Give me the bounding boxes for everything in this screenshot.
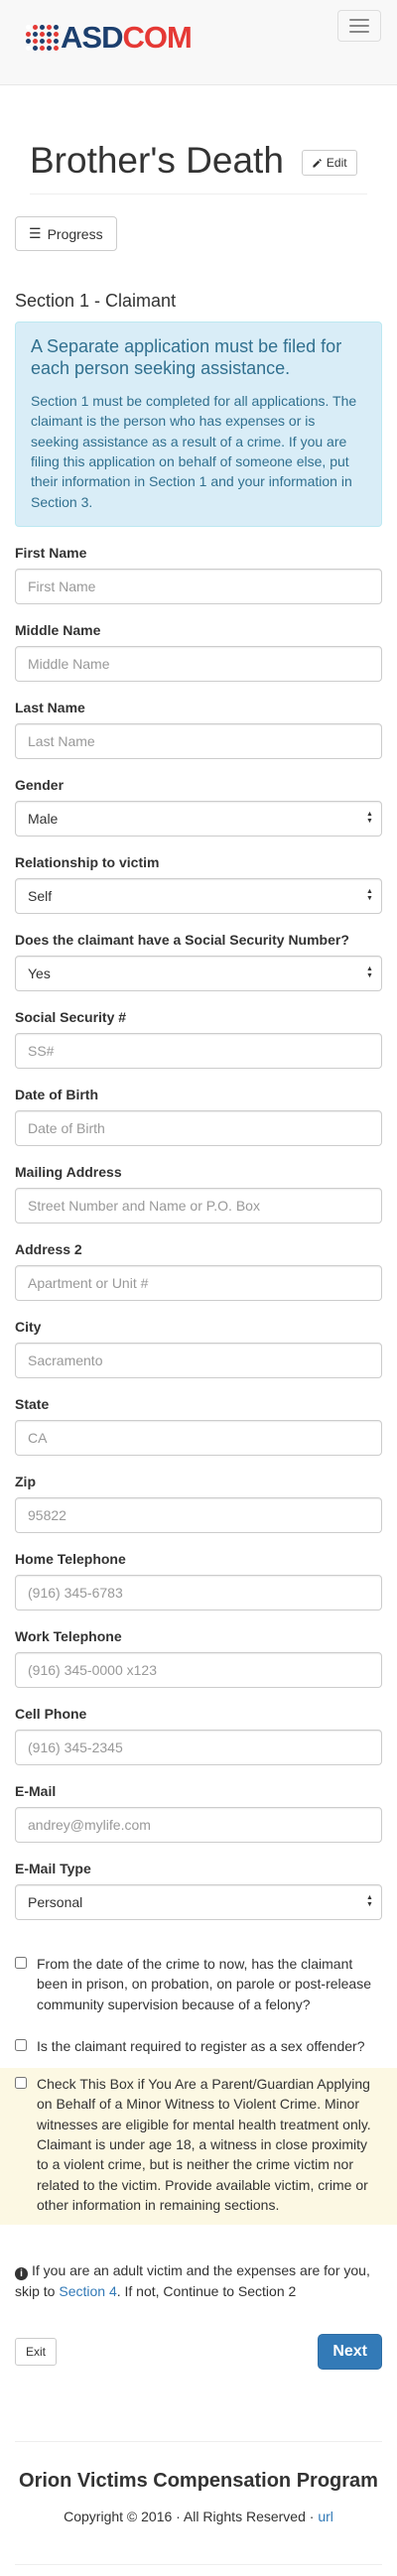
- work-phone-label: Work Telephone: [15, 1627, 122, 1644]
- dob-group: Date of Birth: [15, 1087, 382, 1146]
- middle-name-input[interactable]: [15, 645, 382, 682]
- home-phone-input[interactable]: [15, 1574, 382, 1610]
- footer-url-link[interactable]: url: [318, 2509, 333, 2524]
- hamburger-menu-button[interactable]: [337, 10, 381, 42]
- mailing-address-label: Mailing Address: [15, 1163, 122, 1180]
- prison-checkbox[interactable]: [15, 1956, 27, 1969]
- relationship-label: Relationship to victim: [15, 853, 160, 870]
- logo-dots-icon: [26, 24, 59, 51]
- minor-witness-checkbox-label: Check This Box if You Are a Parent/Guard…: [37, 2076, 371, 2213]
- last-name-group: Last Name: [15, 700, 382, 759]
- page-title: Brother's Death: [30, 140, 284, 181]
- first-name-input[interactable]: [15, 568, 382, 604]
- exit-button[interactable]: Exit: [15, 2338, 58, 2367]
- footer-title: Orion Victims Compensation Program: [19, 2470, 378, 2493]
- zip-input[interactable]: [15, 1496, 382, 1533]
- list-icon: ☰: [29, 225, 42, 241]
- work-phone-input[interactable]: [15, 1651, 382, 1688]
- footer: Orion Victims Compensation Program Copyr…: [0, 2470, 397, 2524]
- cell-phone-input[interactable]: [15, 1729, 382, 1765]
- zip-group: Zip: [15, 1474, 382, 1533]
- middle-name-group: Middle Name: [15, 622, 382, 682]
- info-alert: A Separate application must be filed for…: [15, 322, 382, 527]
- ssn-label: Social Security #: [15, 1008, 127, 1025]
- site-logo[interactable]: ASD COM: [26, 20, 193, 55]
- ssn-group: Social Security #: [15, 1009, 382, 1069]
- city-input[interactable]: [15, 1342, 382, 1378]
- skip-info-text-after: . If not, Continue to Section 2: [116, 2283, 297, 2300]
- info-icon: i: [15, 2267, 28, 2281]
- sex-offender-checkbox-row: Is the claimant required to register as …: [15, 2030, 382, 2062]
- form-container: Section 1 - Claimant A Separate applicat…: [0, 291, 397, 2371]
- last-name-label: Last Name: [15, 699, 85, 715]
- state-group: State: [15, 1396, 382, 1456]
- gender-label: Gender: [15, 776, 65, 793]
- relationship-select[interactable]: Self: [15, 877, 382, 914]
- email-type-select[interactable]: Personal: [15, 1883, 382, 1920]
- email-group: E-Mail: [15, 1783, 382, 1843]
- sex-offender-checkbox-label: Is the claimant required to register as …: [37, 2037, 365, 2054]
- work-phone-group: Work Telephone: [15, 1628, 382, 1688]
- gender-group: Gender Male ▲ ▼: [15, 777, 382, 837]
- dob-input[interactable]: [15, 1109, 382, 1146]
- zip-label: Zip: [15, 1473, 36, 1489]
- has-ssn-group: Does the claimant have a Social Security…: [15, 932, 382, 991]
- section-4-link[interactable]: Section 4: [59, 2283, 116, 2299]
- alert-body: Section 1 must be completed for all appl…: [31, 393, 357, 510]
- home-phone-label: Home Telephone: [15, 1550, 126, 1567]
- last-name-input[interactable]: [15, 722, 382, 759]
- sex-offender-checkbox[interactable]: [15, 2038, 27, 2051]
- email-input[interactable]: [15, 1806, 382, 1843]
- address2-input[interactable]: [15, 1264, 382, 1301]
- footer-copyright: Copyright © 2016 · All Rights Reserved ·…: [0, 2509, 397, 2524]
- footer-divider: [15, 2441, 382, 2443]
- copyright-text: Copyright © 2016 · All Rights Reserved ·: [64, 2509, 319, 2525]
- edit-button[interactable]: Edit: [301, 150, 357, 176]
- dob-label: Date of Birth: [15, 1086, 98, 1102]
- email-type-label: E-Mail Type: [15, 1860, 91, 1876]
- navbar: ASD COM: [0, 0, 397, 85]
- pencil-icon: [313, 158, 322, 168]
- progress-button[interactable]: ☰ Progress: [15, 216, 117, 251]
- city-group: City: [15, 1319, 382, 1378]
- prison-checkbox-row: From the date of the crime to now, has t…: [15, 1948, 382, 2020]
- address2-group: Address 2: [15, 1241, 382, 1301]
- home-phone-group: Home Telephone: [15, 1551, 382, 1610]
- skip-info: i If you are an adult victim and the expe…: [15, 2260, 382, 2302]
- city-label: City: [15, 1318, 42, 1335]
- next-button[interactable]: Next: [318, 2334, 382, 2371]
- mailing-address-group: Mailing Address: [15, 1164, 382, 1224]
- gender-select[interactable]: Male: [15, 800, 382, 837]
- minor-witness-checkbox[interactable]: [15, 2077, 27, 2090]
- minor-witness-checkbox-row: Check This Box if You Are a Parent/Guard…: [0, 2068, 397, 2226]
- state-input[interactable]: [15, 1419, 382, 1456]
- has-ssn-label: Does the claimant have a Social Security…: [15, 931, 349, 948]
- email-label: E-Mail: [15, 1782, 57, 1799]
- address2-label: Address 2: [15, 1240, 82, 1257]
- logo-text-com: COM: [122, 20, 192, 55]
- has-ssn-select[interactable]: Yes: [15, 955, 382, 991]
- state-label: State: [15, 1395, 50, 1412]
- relationship-group: Relationship to victim Self ▲ ▼: [15, 854, 382, 914]
- page-header: Brother's Death Edit: [30, 140, 367, 194]
- middle-name-label: Middle Name: [15, 621, 101, 638]
- footer-bottom-divider: [15, 2564, 382, 2566]
- first-name-label: First Name: [15, 544, 87, 561]
- prison-checkbox-label: From the date of the crime to now, has t…: [37, 1955, 371, 2012]
- progress-button-label: Progress: [47, 225, 103, 242]
- first-name-group: First Name: [15, 545, 382, 604]
- logo-text-asd: ASD: [61, 20, 123, 55]
- action-buttons: Exit Next: [15, 2334, 382, 2371]
- cell-phone-group: Cell Phone: [15, 1706, 382, 1765]
- section-title: Section 1 - Claimant: [15, 291, 177, 311]
- cell-phone-label: Cell Phone: [15, 1705, 87, 1722]
- ssn-input[interactable]: [15, 1032, 382, 1069]
- mailing-address-input[interactable]: [15, 1187, 382, 1224]
- edit-button-label: Edit: [326, 156, 347, 170]
- alert-heading: A Separate application must be filed for…: [31, 336, 342, 378]
- email-type-group: E-Mail Type Personal ▲ ▼: [15, 1861, 382, 1920]
